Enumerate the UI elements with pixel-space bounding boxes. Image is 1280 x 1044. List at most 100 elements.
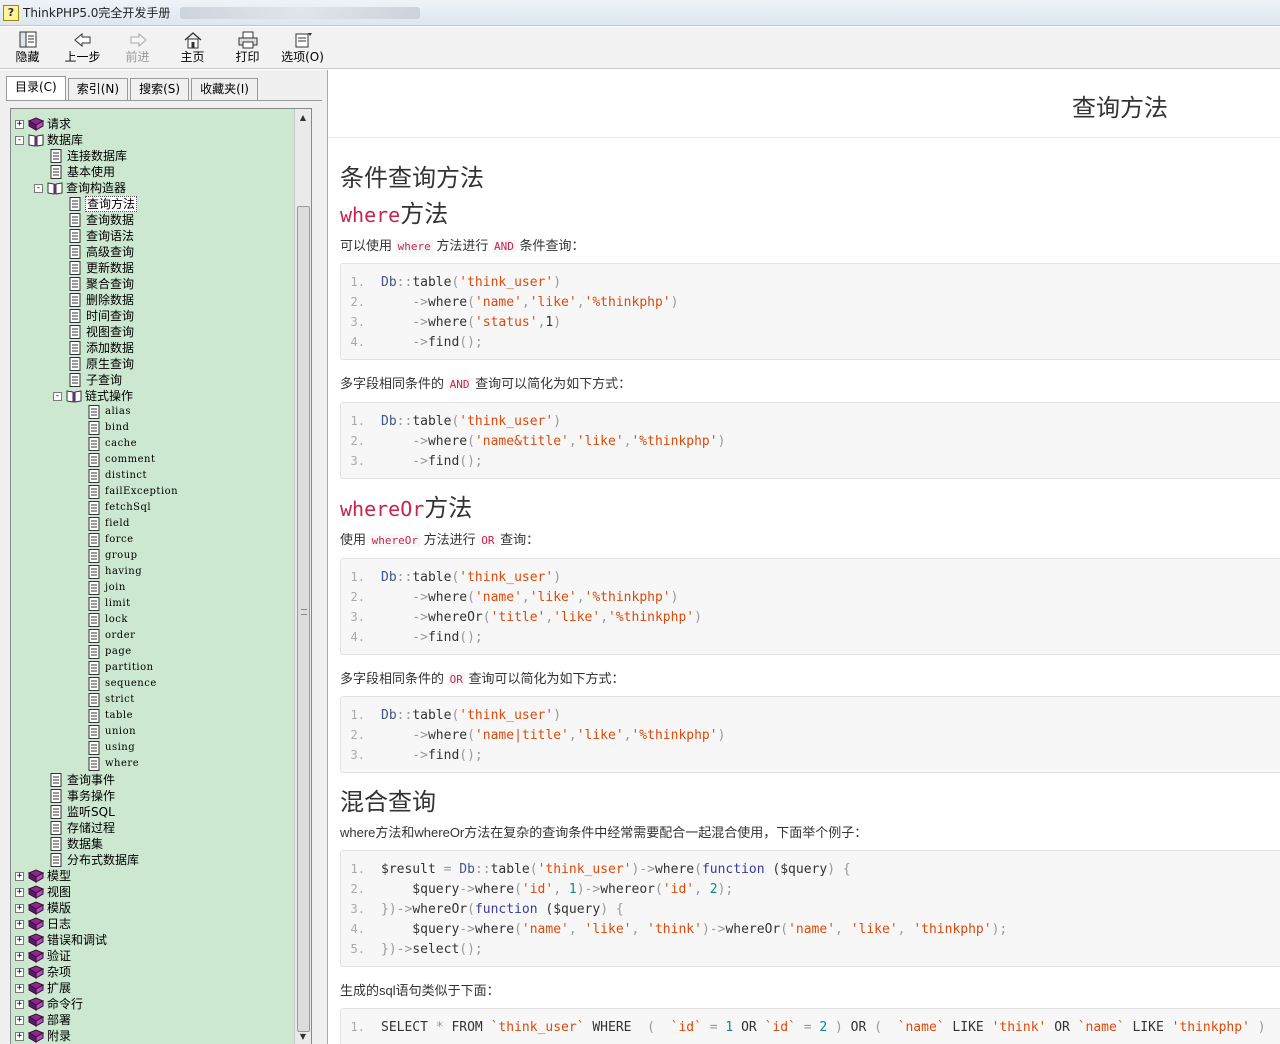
tree-item[interactable]: 查询方法	[67, 196, 138, 212]
tree-item[interactable]: field	[86, 516, 131, 532]
tree-item[interactable]: 高级查询	[67, 244, 135, 260]
tree-item[interactable]: distinct	[86, 468, 148, 484]
tree-item[interactable]: 监听SQL	[48, 804, 116, 820]
tree-item[interactable]: limit	[86, 596, 132, 612]
tab-search[interactable]: 搜索(S)	[130, 78, 190, 100]
code-block-where[interactable]: 1Db::table('think_user')2 ->where('name'…	[340, 263, 1280, 360]
line-number: 3	[341, 610, 381, 624]
options-button[interactable]: 选项(O)	[275, 27, 330, 69]
tree-item[interactable]: + 附录	[15, 1028, 72, 1044]
collapse-icon[interactable]: -	[53, 391, 62, 401]
contents-tree[interactable]: + 请求 - 数据库 连接数据库 基本使用 - 查询构造器 查询方法 查询数据 查询语法 高级查询 更新…	[10, 108, 312, 1044]
tree-item[interactable]: cache	[86, 436, 138, 452]
tree-item[interactable]: having	[86, 564, 143, 580]
tab-index[interactable]: 索引(N)	[67, 78, 129, 100]
code-block-whereor[interactable]: 1Db::table('think_user')2 ->where('name'…	[340, 558, 1280, 655]
tree-item[interactable]: + 视图	[15, 884, 72, 900]
print-button[interactable]: 打印	[220, 27, 275, 69]
tree-item[interactable]: force	[86, 532, 135, 548]
tree-item[interactable]: + 日志	[15, 916, 72, 932]
tree-item[interactable]: 事务操作	[48, 788, 116, 804]
tree-item[interactable]: 查询数据	[67, 212, 135, 228]
code-block-mixed-query[interactable]: 1$result = Db::table('think_user')->wher…	[340, 850, 1280, 967]
tree-item[interactable]: 查询事件	[48, 772, 116, 788]
tree-item[interactable]: + 扩展	[15, 980, 72, 996]
tree-item[interactable]: 数据集	[48, 836, 104, 852]
tree-item[interactable]: where	[86, 756, 140, 772]
tab-contents[interactable]: 目录(C)	[6, 76, 66, 100]
tree-item[interactable]: 连接数据库	[48, 148, 128, 164]
tree-item[interactable]: join	[86, 580, 127, 596]
tree-item[interactable]: 查询语法	[67, 228, 135, 244]
code-block-generated-sql[interactable]: 1SELECT * FROM `think_user` WHERE ( `id`…	[340, 1008, 1280, 1044]
home-button[interactable]: 主页	[165, 27, 220, 69]
tree-item[interactable]: strict	[86, 692, 136, 708]
tree-item[interactable]: comment	[86, 452, 156, 468]
tree-item[interactable]: 添加数据	[67, 340, 135, 356]
expand-icon[interactable]: +	[15, 967, 24, 977]
scroll-down-arrow-icon[interactable]: ▼	[295, 1028, 311, 1044]
tree-item[interactable]: bind	[86, 420, 130, 436]
tree-item[interactable]: 原生查询	[67, 356, 135, 372]
code-block-and-shorthand[interactable]: 1Db::table('think_user')2 ->where('name&…	[340, 402, 1280, 479]
scroll-up-arrow-icon[interactable]: ▲	[295, 109, 311, 126]
tree-item[interactable]: + 模型	[15, 868, 72, 884]
expand-icon[interactable]: +	[15, 1015, 24, 1025]
tree-item[interactable]: lock	[86, 612, 129, 628]
tree-item[interactable]: order	[86, 628, 136, 644]
tree-item[interactable]: 分布式数据库	[48, 852, 140, 868]
expand-icon[interactable]: +	[15, 999, 24, 1009]
forward-button[interactable]: 前进	[110, 27, 165, 69]
expand-icon[interactable]: +	[15, 951, 24, 961]
expand-icon[interactable]: +	[15, 871, 24, 881]
tree-item[interactable]: + 杂项	[15, 964, 72, 980]
expand-icon[interactable]: +	[15, 919, 24, 929]
tree-item[interactable]: - 查询构造器	[34, 180, 127, 196]
page-icon	[67, 245, 83, 259]
tree-item[interactable]: partition	[86, 660, 155, 676]
tree-item[interactable]: fetchSql	[86, 500, 152, 516]
expand-icon[interactable]: +	[15, 983, 24, 993]
tree-item[interactable]: + 错误和调试	[15, 932, 108, 948]
collapse-icon[interactable]: -	[34, 183, 43, 193]
collapse-icon[interactable]: -	[15, 135, 24, 145]
tree-item[interactable]: + 验证	[15, 948, 72, 964]
expand-icon[interactable]: +	[15, 887, 24, 897]
tree-item[interactable]: + 命令行	[15, 996, 84, 1012]
tree-item[interactable]: failException	[86, 484, 179, 500]
tree-scrollbar[interactable]: ▲ ▼	[294, 109, 311, 1044]
page-icon	[86, 469, 102, 483]
tree-item[interactable]: - 数据库	[15, 132, 84, 148]
page-icon	[86, 757, 102, 771]
tree-item[interactable]: 基本使用	[48, 164, 116, 180]
expand-icon[interactable]: +	[15, 935, 24, 945]
tree-item[interactable]: table	[86, 708, 134, 724]
tree-item[interactable]: using	[86, 740, 136, 756]
tree-item[interactable]: + 模版	[15, 900, 72, 916]
tree-item[interactable]: - 链式操作	[53, 388, 134, 404]
tree-item-label: force	[105, 534, 134, 545]
tree-item[interactable]: 视图查询	[67, 324, 135, 340]
tree-item[interactable]: 子查询	[67, 372, 123, 388]
tree-item[interactable]: 删除数据	[67, 292, 135, 308]
tree-item[interactable]: alias	[86, 404, 132, 420]
tree-item[interactable]: 时间查询	[67, 308, 135, 324]
tab-favorites[interactable]: 收藏夹(I)	[191, 78, 258, 100]
tree-item[interactable]: union	[86, 724, 137, 740]
expand-icon[interactable]: +	[15, 903, 24, 913]
tree-item[interactable]: 更新数据	[67, 260, 135, 276]
tree-item[interactable]: 存储过程	[48, 820, 116, 836]
tree-item[interactable]: + 请求	[15, 116, 72, 132]
tree-item[interactable]: sequence	[86, 676, 158, 692]
hide-button[interactable]: 隐藏	[0, 27, 55, 69]
expand-icon[interactable]: +	[15, 119, 24, 129]
tree-item[interactable]: group	[86, 548, 139, 564]
code-block-or-shorthand[interactable]: 1Db::table('think_user')2 ->where('name|…	[340, 696, 1280, 773]
tree-item[interactable]: 聚合查询	[67, 276, 135, 292]
back-button[interactable]: 上一步	[55, 27, 110, 69]
line-number: 2	[341, 434, 381, 448]
tree-item[interactable]: + 部署	[15, 1012, 72, 1028]
expand-icon[interactable]: +	[15, 1031, 24, 1041]
tree-item[interactable]: page	[86, 644, 133, 660]
scroll-thumb[interactable]	[297, 206, 310, 1032]
